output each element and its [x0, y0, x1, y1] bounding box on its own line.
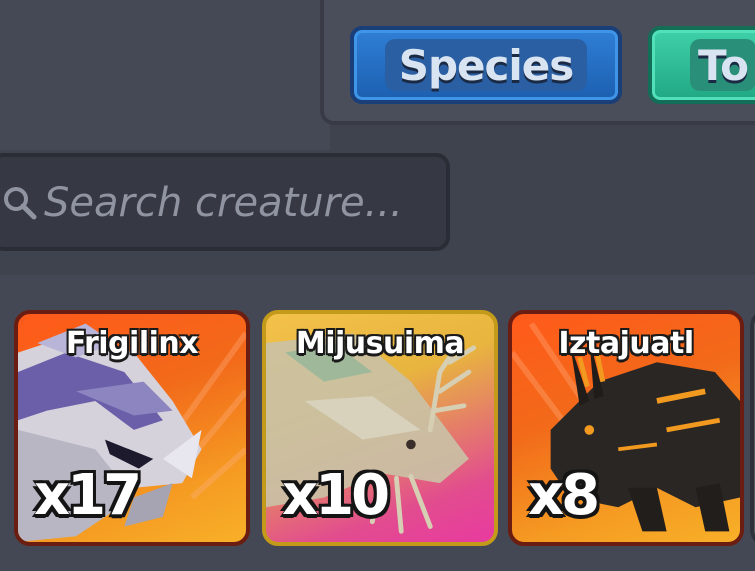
- creature-count: x17: [34, 463, 142, 528]
- creature-card-partial[interactable]: [750, 310, 755, 546]
- creature-count: x10: [282, 463, 390, 528]
- search-input[interactable]: [44, 175, 439, 231]
- search-icon: [4, 187, 37, 220]
- creature-name: Mijusuima: [295, 326, 465, 361]
- tab-species[interactable]: Species: [350, 26, 622, 104]
- search-bar[interactable]: [0, 153, 450, 251]
- creature-collection-screen: Species To Frigilinx x17: [0, 0, 755, 571]
- tab-species-label: Species: [384, 39, 588, 91]
- creature-card-mijusuima[interactable]: Mijusuima x10: [262, 310, 498, 546]
- creature-card-iztajuatl[interactable]: Iztajuatl x8: [508, 310, 744, 546]
- creature-name: Frigilinx: [65, 326, 199, 361]
- creature-card-frigilinx[interactable]: Frigilinx x17: [14, 310, 250, 546]
- creature-count: x8: [528, 463, 600, 528]
- tab-other[interactable]: To: [648, 26, 755, 104]
- background-panel: [0, 0, 330, 150]
- tab-other-label: To: [690, 39, 755, 91]
- creature-name: Iztajuatl: [558, 326, 694, 361]
